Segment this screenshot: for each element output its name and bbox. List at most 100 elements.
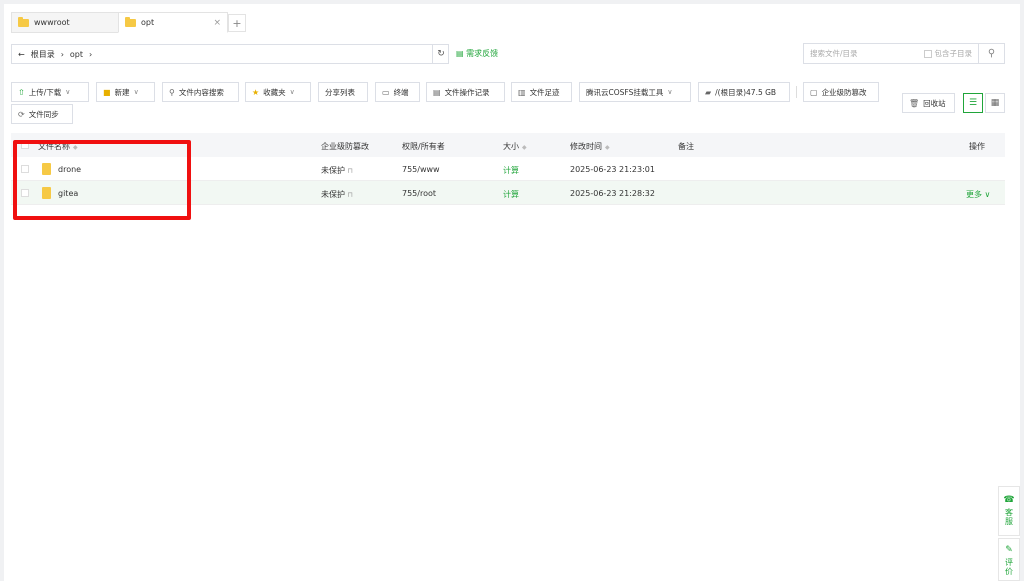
review-label: 评 bbox=[1005, 558, 1013, 567]
folder-icon bbox=[125, 16, 136, 27]
tamper-status[interactable]: 未保护 ⊓ bbox=[321, 165, 353, 176]
disk-label: /(根目录)47.5 GB bbox=[715, 87, 777, 97]
new-folder-icon: ■ bbox=[103, 87, 111, 97]
search-input[interactable]: 搜索文件/目录 包含子目录 bbox=[803, 43, 979, 64]
upload-label: 上传/下载 bbox=[28, 87, 62, 97]
permission[interactable]: 755/root bbox=[402, 189, 436, 198]
disk-icon: ▰ bbox=[705, 87, 712, 97]
include-subdir-label: 包含子目录 bbox=[934, 49, 973, 58]
disk-button[interactable]: ▰ /(根目录)47.5 GB bbox=[698, 82, 790, 102]
chevron-down-icon: ∨ bbox=[289, 88, 295, 96]
chevron-right-icon: › bbox=[60, 49, 64, 59]
tab-label: opt bbox=[141, 18, 155, 27]
list-icon: ☰ bbox=[968, 98, 978, 108]
header-note: 备注 bbox=[678, 142, 694, 151]
content-search-button[interactable]: ⚲ 文件内容搜索 bbox=[162, 82, 239, 102]
share-list-label: 分享列表 bbox=[325, 87, 355, 97]
search-icon: ⚲ bbox=[169, 87, 175, 97]
back-icon[interactable]: ← bbox=[18, 50, 25, 59]
checkbox-box[interactable] bbox=[923, 49, 932, 58]
tamper-label: 企业级防篡改 bbox=[821, 87, 867, 97]
close-icon[interactable]: × bbox=[213, 18, 221, 28]
grid-view-button[interactable]: ▦ bbox=[985, 93, 1005, 113]
tamper-status[interactable]: 未保护 ⊓ bbox=[321, 189, 353, 200]
favorites-button[interactable]: ★ 收藏夹 ∨ bbox=[245, 82, 311, 102]
header-tamper: 企业级防篡改 bbox=[321, 142, 369, 151]
terminal-label: 终端 bbox=[393, 87, 409, 97]
search-placeholder: 搜索文件/目录 bbox=[810, 49, 858, 58]
chevron-right-icon: › bbox=[89, 49, 93, 59]
add-tab-button[interactable]: + bbox=[228, 14, 246, 32]
log-icon: ▤ bbox=[433, 87, 441, 97]
tamper-button[interactable]: ▢ 企业级防篡改 bbox=[803, 82, 879, 102]
new-button[interactable]: ■ 新建 ∨ bbox=[96, 82, 155, 102]
sort-icon: ◆ bbox=[605, 144, 610, 151]
footprint-button[interactable]: ▥ 文件足迹 bbox=[511, 82, 572, 102]
feedback-label: 需求反馈 bbox=[466, 49, 499, 58]
op-log-label: 文件操作记录 bbox=[444, 87, 490, 97]
chevron-down-icon: ∨ bbox=[65, 88, 71, 96]
edit-icon: ✎ bbox=[1005, 545, 1013, 555]
share-list-button[interactable]: 分享列表 bbox=[318, 82, 368, 102]
search-button[interactable]: ⚲ bbox=[979, 43, 1005, 64]
permission[interactable]: 755/www bbox=[402, 165, 440, 174]
lock-icon: ⊓ bbox=[345, 191, 353, 199]
tab-wwwroot[interactable]: wwwroot bbox=[11, 12, 119, 33]
cosfs-tool-button[interactable]: 腾讯云COSFS挂载工具 ∨ bbox=[579, 82, 691, 102]
terminal-button[interactable]: ▭ 终端 bbox=[375, 82, 420, 102]
size-calc-link[interactable]: 计算 bbox=[503, 165, 519, 176]
service-label: 服 bbox=[1005, 517, 1013, 526]
refresh-icon[interactable]: ↻ bbox=[432, 44, 449, 64]
modified-time: 2025-06-23 21:23:01 bbox=[570, 165, 655, 174]
headset-icon: ☎ bbox=[1003, 495, 1015, 505]
more-dropdown[interactable]: 更多 ∨ bbox=[966, 189, 990, 200]
sync-label: 文件同步 bbox=[28, 109, 59, 119]
header-ops: 操作 bbox=[969, 142, 985, 151]
service-label: 客 bbox=[1005, 508, 1013, 517]
upload-icon: ⇧ bbox=[18, 87, 25, 97]
header-mtime[interactable]: 修改时间 ◆ bbox=[570, 141, 610, 152]
tab-label: wwwroot bbox=[34, 18, 70, 27]
lock-icon: ⊓ bbox=[345, 167, 353, 175]
size-calc-link[interactable]: 计算 bbox=[503, 189, 519, 200]
header-perm: 权限/所有者 bbox=[402, 142, 445, 151]
favorites-label: 收藏夹 bbox=[263, 87, 286, 97]
include-subdir-checkbox[interactable]: 包含子目录 bbox=[923, 48, 973, 59]
sort-icon: ◆ bbox=[522, 144, 527, 151]
chevron-down-icon: ∨ bbox=[133, 88, 139, 96]
tamper-icon: ▢ bbox=[810, 87, 818, 97]
cosfs-label: 腾讯云COSFS挂载工具 bbox=[586, 87, 664, 97]
footprint-label: 文件足迹 bbox=[529, 87, 560, 97]
feedback-icon: ▤ bbox=[456, 49, 464, 58]
search-icon: ⚲ bbox=[987, 48, 996, 59]
chevron-down-icon: ∨ bbox=[667, 88, 673, 96]
recycle-bin-button[interactable]: 🗑 回收站 bbox=[902, 93, 955, 113]
folder-icon bbox=[18, 16, 29, 27]
chevron-down-icon: ∨ bbox=[982, 190, 991, 199]
customer-service-button[interactable]: ☎ 客 服 bbox=[998, 486, 1020, 536]
content-search-label: 文件内容搜索 bbox=[178, 87, 224, 97]
divider bbox=[796, 86, 797, 98]
feedback-link[interactable]: ▤ 需求反馈 bbox=[456, 48, 498, 59]
recycle-label: 回收站 bbox=[923, 98, 946, 108]
review-button[interactable]: ✎ 评 价 bbox=[998, 538, 1020, 581]
breadcrumb-root[interactable]: 根目录 bbox=[31, 49, 55, 60]
terminal-icon: ▭ bbox=[382, 87, 390, 97]
upload-download-button[interactable]: ⇧ 上传/下载 ∨ bbox=[11, 82, 89, 102]
file-sync-button[interactable]: ⟳ 文件同步 bbox=[11, 104, 73, 124]
path-breadcrumb[interactable]: ← 根目录 › opt › bbox=[11, 44, 449, 64]
list-view-button[interactable]: ☰ bbox=[963, 93, 983, 113]
tab-opt[interactable]: opt × bbox=[118, 12, 228, 33]
header-size[interactable]: 大小 ◆ bbox=[503, 141, 527, 152]
star-icon: ★ bbox=[252, 87, 260, 97]
footprint-icon: ▥ bbox=[518, 87, 526, 97]
sync-icon: ⟳ bbox=[18, 109, 25, 119]
new-label: 新建 bbox=[114, 87, 130, 97]
breadcrumb-opt[interactable]: opt bbox=[70, 50, 83, 59]
review-label: 价 bbox=[1005, 567, 1013, 576]
modified-time: 2025-06-23 21:28:32 bbox=[570, 189, 655, 198]
highlight-box bbox=[13, 140, 191, 220]
grid-icon: ▦ bbox=[990, 98, 1000, 108]
trash-icon: 🗑 bbox=[909, 98, 920, 108]
op-log-button[interactable]: ▤ 文件操作记录 bbox=[426, 82, 505, 102]
